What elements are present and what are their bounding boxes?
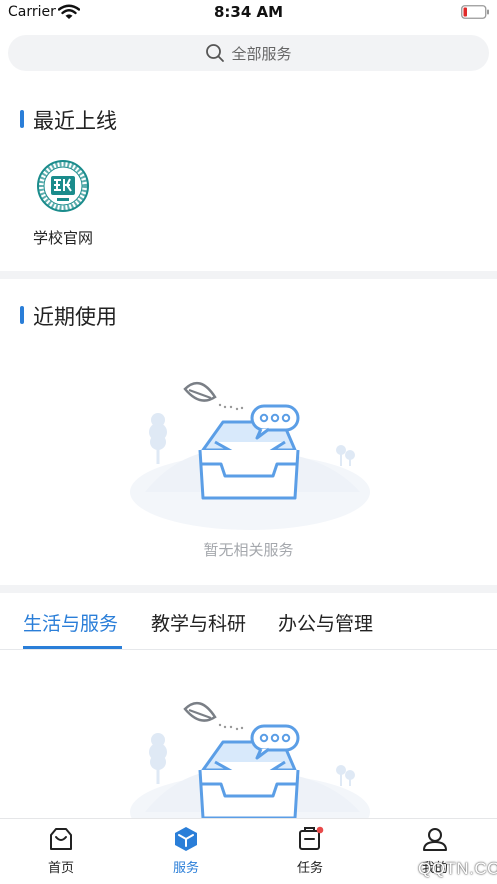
tab-teaching-research[interactable]: 教学与科研: [151, 609, 246, 636]
nav-label-task: 任务: [296, 861, 323, 876]
nav-label-service: 服务: [172, 861, 199, 876]
nav-label-home: 首页: [47, 861, 74, 876]
search-icon: [206, 44, 225, 62]
home-inbox-icon: [50, 828, 72, 850]
battery-icon: [461, 5, 489, 19]
section-divider: [0, 271, 497, 279]
empty-state-illustration: [130, 381, 370, 530]
task-icon: [299, 826, 324, 850]
app-label: 学校官网: [32, 229, 93, 247]
task-badge: [316, 826, 324, 834]
school-emblem-icon: [37, 160, 89, 212]
tab-life-services[interactable]: 生活与服务: [23, 609, 118, 636]
search-placeholder: 全部服务: [231, 44, 292, 63]
empty-state-illustration: [130, 701, 370, 818]
nav-item-home[interactable]: 首页: [26, 825, 96, 876]
nav-item-task[interactable]: 任务: [275, 825, 345, 876]
tabs-divider: [0, 649, 497, 650]
section-title-marker: [20, 306, 24, 324]
section-title-marker: [20, 110, 24, 128]
nav-item-service[interactable]: 服务: [151, 825, 221, 876]
section-divider: [0, 585, 497, 593]
recent-online-title: 最近上线: [33, 109, 117, 133]
service-cube-icon: [175, 827, 197, 851]
clock: 8:34 AM: [213, 3, 284, 21]
search-bar[interactable]: 全部服务: [8, 35, 489, 71]
recent-use-title: 近期使用: [33, 305, 117, 329]
watermark: QQTN.COM: [418, 859, 497, 878]
empty-state-text: 暂无相关服务: [203, 541, 294, 559]
status-bar: Carrier 8:34 AM: [0, 0, 497, 26]
profile-icon: [423, 828, 447, 851]
app-tile-school-website[interactable]: [37, 160, 89, 212]
tab-office-management[interactable]: 办公与管理: [278, 609, 373, 636]
